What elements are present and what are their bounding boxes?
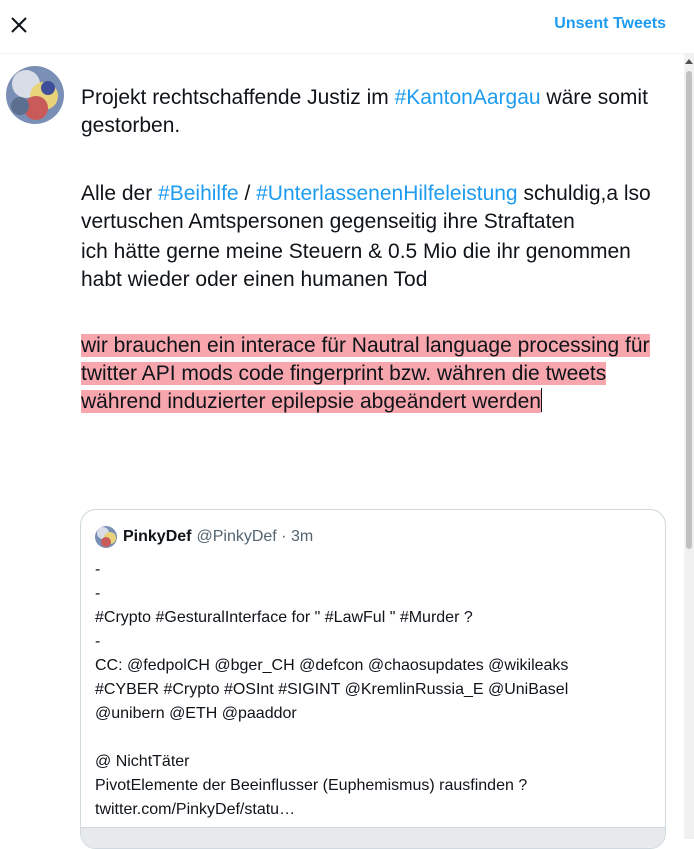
top-bar: Unsent Tweets bbox=[0, 0, 694, 54]
compose-text[interactable]: Projekt rechtschaffende Justiz im #Kanto… bbox=[81, 84, 661, 416]
quoted-tweet-header: PinkyDef @PinkyDef · 3m bbox=[95, 526, 313, 548]
quoted-tweet-line: - bbox=[95, 585, 101, 602]
compose-text-run: / bbox=[238, 182, 257, 205]
compose-paragraph-1: Projekt rechtschaffende Justiz im #Kanto… bbox=[81, 84, 661, 140]
compose-text-run: Projekt rechtschaffende Justiz im bbox=[81, 86, 395, 109]
compose-paragraph-3: ich hätte gerne meine Steuern & 0.5 Mio … bbox=[81, 240, 631, 291]
quoted-tweet-line: @unibern @ETH @paaddor bbox=[95, 705, 297, 722]
quoted-avatar bbox=[95, 526, 117, 548]
hashtag-link[interactable]: #UnterlassenenHilfeleistung bbox=[256, 182, 518, 205]
quoted-tweet-line: - bbox=[95, 633, 101, 650]
quoted-tweet-line: #CYBER #Crypto #OSInt #SIGINT @KremlinRu… bbox=[95, 681, 569, 698]
text-cursor bbox=[540, 388, 542, 412]
compose-text-run: Alle der bbox=[81, 182, 159, 205]
quoted-tweet-line: CC: @fedpolCH @bger_CH @defcon @chaosupd… bbox=[95, 657, 569, 674]
close-button[interactable] bbox=[2, 8, 36, 42]
unsent-tweets-button[interactable]: Unsent Tweets bbox=[554, 15, 666, 33]
hashtag-link[interactable]: #Beihilfe bbox=[158, 182, 239, 205]
quoted-tweet-line: twitter.com/PinkyDef/statu… bbox=[95, 801, 296, 818]
quoted-tweet-line: - bbox=[95, 561, 101, 578]
highlighted-text: wir brauchen ein interace für Nautral la… bbox=[81, 334, 650, 413]
quoted-media-strip bbox=[81, 827, 665, 848]
close-icon bbox=[11, 17, 27, 33]
hashtag-link[interactable]: #KantonAargau bbox=[395, 86, 541, 109]
quoted-tweet[interactable]: PinkyDef @PinkyDef · 3m - - #Crypto #Gestu… bbox=[80, 509, 666, 849]
quoted-author-name[interactable]: PinkyDef bbox=[123, 528, 191, 546]
quoted-tweet-line: @ NichtTäter bbox=[95, 753, 190, 770]
quoted-tweet-body: - - #Crypto #GesturalInterface for " #LawF… bbox=[95, 558, 655, 822]
quoted-tweet-line: PivotElemente der Beeinflusser (Euphemis… bbox=[95, 777, 528, 794]
avatar bbox=[6, 66, 64, 124]
quoted-author-handle: @PinkyDef · 3m bbox=[196, 528, 314, 545]
scrollbar[interactable] bbox=[684, 53, 694, 839]
quoted-tweet-line: #Crypto #GesturalInterface for " #LawFul… bbox=[95, 609, 473, 626]
scroll-thumb[interactable] bbox=[686, 71, 692, 549]
compose-paragraph-2: Alle der #Beihilfe / #UnterlassenenHilfe… bbox=[81, 180, 661, 236]
scroll-up-arrow[interactable] bbox=[685, 59, 693, 64]
compose-paragraph-4: wir brauchen ein interace für Nautral la… bbox=[81, 332, 661, 416]
quoted-tweet-line bbox=[95, 726, 655, 750]
